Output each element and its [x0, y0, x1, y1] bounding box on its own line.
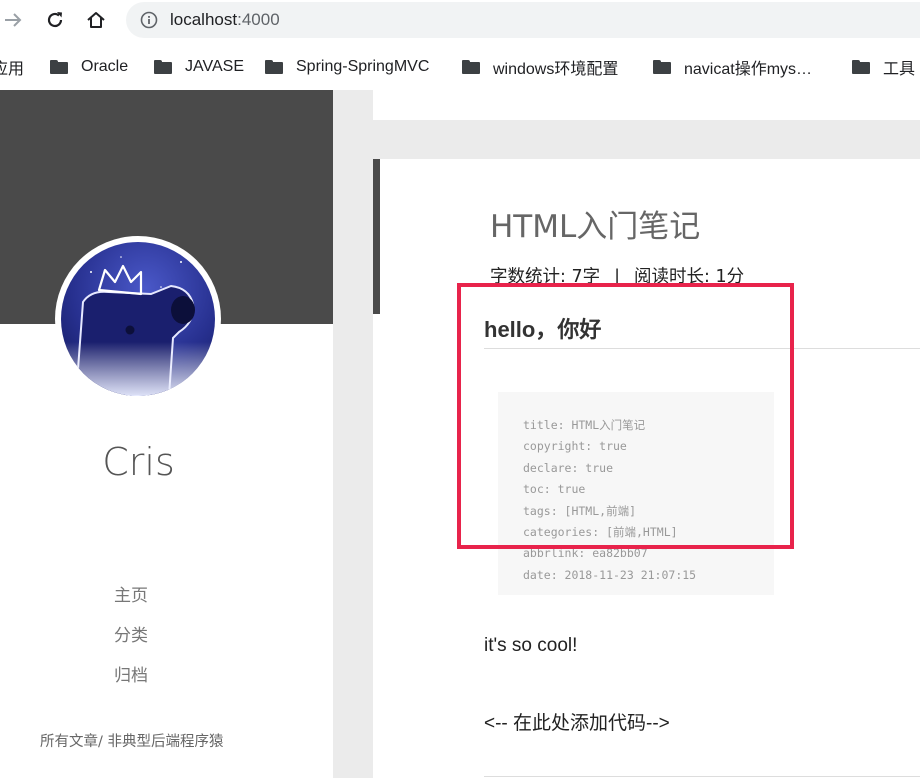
avatar[interactable] [55, 236, 221, 402]
address-bar[interactable]: localhost:4000 [126, 2, 920, 38]
reload-icon[interactable] [40, 5, 70, 35]
avatar-image [61, 242, 215, 396]
menu-item-home[interactable]: 主页 [0, 576, 262, 616]
site-info-icon[interactable] [140, 11, 158, 33]
bookmark-label: JAVASE [185, 58, 244, 75]
sidebar-menu: 主页 分类 归档 [0, 576, 262, 696]
folder-icon [50, 60, 68, 74]
annotation-highlight-box [457, 283, 794, 549]
folder-icon [462, 60, 480, 74]
bookmark-oracle[interactable]: Oracle [50, 56, 128, 78]
article-bottom-divider [484, 776, 920, 777]
url-host: localhost [170, 10, 238, 29]
code-line: date: 2018-11-23 21:07:15 [523, 567, 697, 582]
bookmark-tools[interactable]: 工具 [852, 56, 915, 78]
browser-toolbar: localhost:4000 [0, 0, 920, 42]
url-text: localhost:4000 [170, 10, 280, 30]
url-port: :4000 [237, 10, 280, 29]
author-name: Cris [102, 440, 175, 484]
bookmark-windows[interactable]: windows环境配置 [462, 56, 618, 78]
bookmark-label: 应用 [0, 61, 25, 78]
forward-arrow-icon[interactable] [0, 5, 28, 35]
article: HTML入门笔记 字数统计: 7字 | 阅读时长: 1分 hello，你好 titl… [373, 159, 920, 778]
sidebar-footer[interactable]: 所有文章/ 非典型后端程序猿 [40, 730, 224, 751]
folder-icon [154, 60, 172, 74]
post-title: HTML入门笔记 [490, 209, 701, 245]
bookmark-label: 工具 [883, 61, 916, 78]
bookmark-spring[interactable]: Spring-SpringMVC [265, 56, 429, 78]
bookmark-javase[interactable]: JAVASE [154, 56, 244, 78]
content-gutter [333, 90, 373, 778]
bookmark-navicat[interactable]: navicat操作mys… [653, 56, 812, 78]
bookmarks-bar: 应用 Oracle JAVASE Spring-SpringMVC window… [0, 42, 920, 90]
bookmark-label: navicat操作mys… [684, 61, 813, 78]
bookmark-label: windows环境配置 [493, 61, 619, 78]
folder-icon [265, 60, 283, 74]
bookmark-label: Oracle [81, 58, 129, 75]
menu-item-archives[interactable]: 归档 [0, 656, 262, 696]
folder-icon [852, 60, 870, 74]
content-strip [373, 120, 920, 159]
post-paragraph: it's so cool! [484, 635, 578, 656]
home-icon[interactable] [81, 5, 111, 35]
sidebar: Cris 主页 分类 归档 所有文章/ 非典型后端程序猿 [0, 90, 333, 778]
article-accent-bar [373, 159, 380, 314]
bookmark-apps[interactable]: 应用 [0, 56, 24, 78]
post-paragraph: <-- 在此处添加代码--> [484, 713, 670, 734]
blog-page: Cris 主页 分类 归档 所有文章/ 非典型后端程序猿 HTML入门笔记 字数… [0, 90, 920, 778]
bookmark-label: Spring-SpringMVC [296, 58, 430, 75]
menu-item-categories[interactable]: 分类 [0, 616, 262, 656]
content-top [373, 90, 920, 120]
folder-icon [653, 60, 671, 74]
